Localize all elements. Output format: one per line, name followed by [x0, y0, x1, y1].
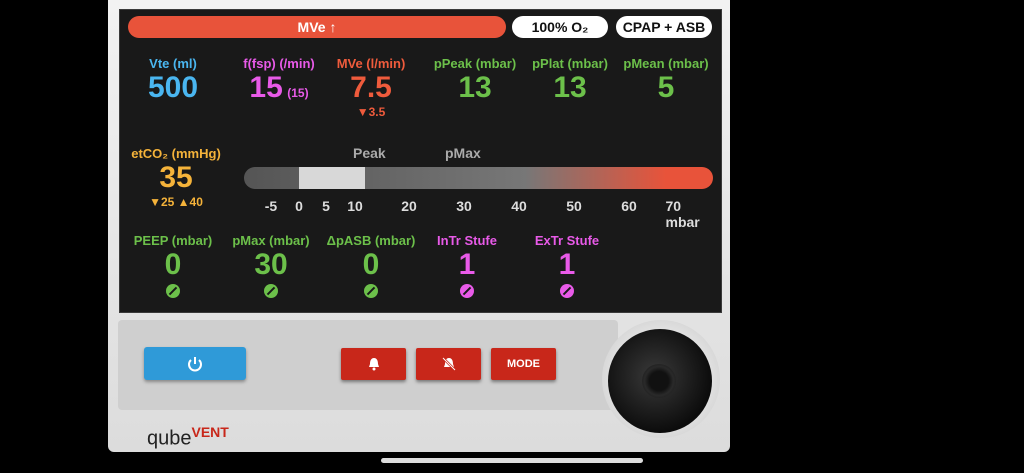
gauge-tick: 0 [295, 198, 303, 214]
pplat-value: 13 [553, 71, 587, 104]
vte-label: Vte (ml) [149, 56, 197, 71]
mve-param: MVe (l/min) 7.5 ▼3.5 [326, 56, 416, 119]
gauge-tick: 40 [511, 198, 527, 214]
intr-value: 1 [458, 248, 476, 281]
monitor-screen: MVe ↑ 100% O₂ CPAP + ASB Vte (ml) 500 f(… [119, 9, 722, 313]
edit-icon[interactable] [460, 284, 474, 298]
gauge-scale: -5 0 5 10 20 30 40 50 60 70 mbar [120, 198, 721, 230]
power-icon [188, 356, 202, 371]
gauge-pmax-label: pMax [445, 145, 481, 161]
ppeak-label: pPeak (mbar) [433, 56, 517, 71]
oxygen-badge[interactable]: 100% O₂ [512, 16, 608, 38]
mode-button[interactable]: MODE [491, 348, 556, 380]
pplat-label: pPlat (mbar) [532, 56, 608, 71]
pasb-setting[interactable]: ΔpASB (mbar) 0 [319, 233, 423, 303]
home-indicator[interactable] [381, 458, 643, 463]
extr-label: ExTr Stufe [534, 233, 600, 248]
gauge-tick: 10 [347, 198, 363, 214]
extr-setting[interactable]: ExTr Stufe 1 [522, 233, 612, 303]
gauge-tick: 30 [456, 198, 472, 214]
edit-icon[interactable] [364, 284, 378, 298]
gauge-tick: 50 [566, 198, 582, 214]
vte-value: 500 [147, 71, 199, 104]
gauge-peak-label: Peak [353, 145, 386, 161]
alarm-mute-button[interactable] [416, 348, 481, 380]
pasb-label: ΔpASB (mbar) [326, 233, 416, 248]
pressure-gauge-fill [299, 167, 365, 189]
knob-center[interactable] [642, 364, 676, 398]
freq-label: f(fsp) (/min) [243, 56, 315, 71]
pmean-label: pMean (mbar) [623, 56, 709, 71]
pressure-gauge [244, 167, 713, 189]
pmean-param: pMean (mbar) 5 [616, 56, 716, 105]
pmax-label: pMax (mbar) [232, 233, 310, 248]
gauge-tick: 70 mbar [665, 198, 700, 230]
freq-spontaneous: (15) [287, 86, 309, 100]
pmax-setting[interactable]: pMax (mbar) 30 [226, 233, 316, 303]
edit-icon[interactable] [166, 284, 180, 298]
pmax-value: 30 [254, 248, 288, 281]
etco2-value: 35 [159, 161, 193, 194]
power-button[interactable] [144, 347, 246, 380]
freq-value: 15 [249, 71, 283, 104]
mve-label: MVe (l/min) [336, 56, 406, 71]
gauge-tick: -5 [264, 198, 278, 214]
edit-icon[interactable] [264, 284, 278, 298]
gauge-tick: 60 [621, 198, 637, 214]
etco2-label: etCO₂ (mmHg) [131, 146, 221, 161]
peep-setting[interactable]: PEEP (mbar) 0 [128, 233, 218, 303]
mve-value: 7.5 [350, 71, 392, 104]
extr-value: 1 [558, 248, 576, 281]
intr-setting[interactable]: InTr Stufe 1 [422, 233, 512, 303]
bell-icon [368, 358, 379, 371]
edit-icon[interactable] [560, 284, 574, 298]
alarm-button[interactable] [341, 348, 406, 380]
ppeak-value: 13 [458, 71, 492, 104]
gauge-tick: 5 [322, 198, 330, 214]
peep-value: 0 [164, 248, 182, 281]
brand-logo: qubeVENT [147, 424, 229, 450]
intr-label: InTr Stufe [437, 233, 497, 248]
bell-off-icon [441, 357, 456, 371]
mode-badge[interactable]: CPAP + ASB [616, 16, 712, 38]
mve-low-limit: ▼3.5 [356, 105, 386, 119]
gauge-tick: 20 [401, 198, 417, 214]
ppeak-param: pPeak (mbar) 13 [425, 56, 525, 105]
alarm-banner[interactable]: MVe ↑ [128, 16, 506, 38]
pplat-param: pPlat (mbar) 13 [522, 56, 618, 105]
pmean-value: 5 [657, 71, 675, 104]
vte-param: Vte (ml) 500 [128, 56, 218, 105]
freq-param: f(fsp) (/min) 15 (15) [224, 56, 334, 105]
peep-label: PEEP (mbar) [133, 233, 213, 248]
pasb-value: 0 [362, 248, 380, 281]
